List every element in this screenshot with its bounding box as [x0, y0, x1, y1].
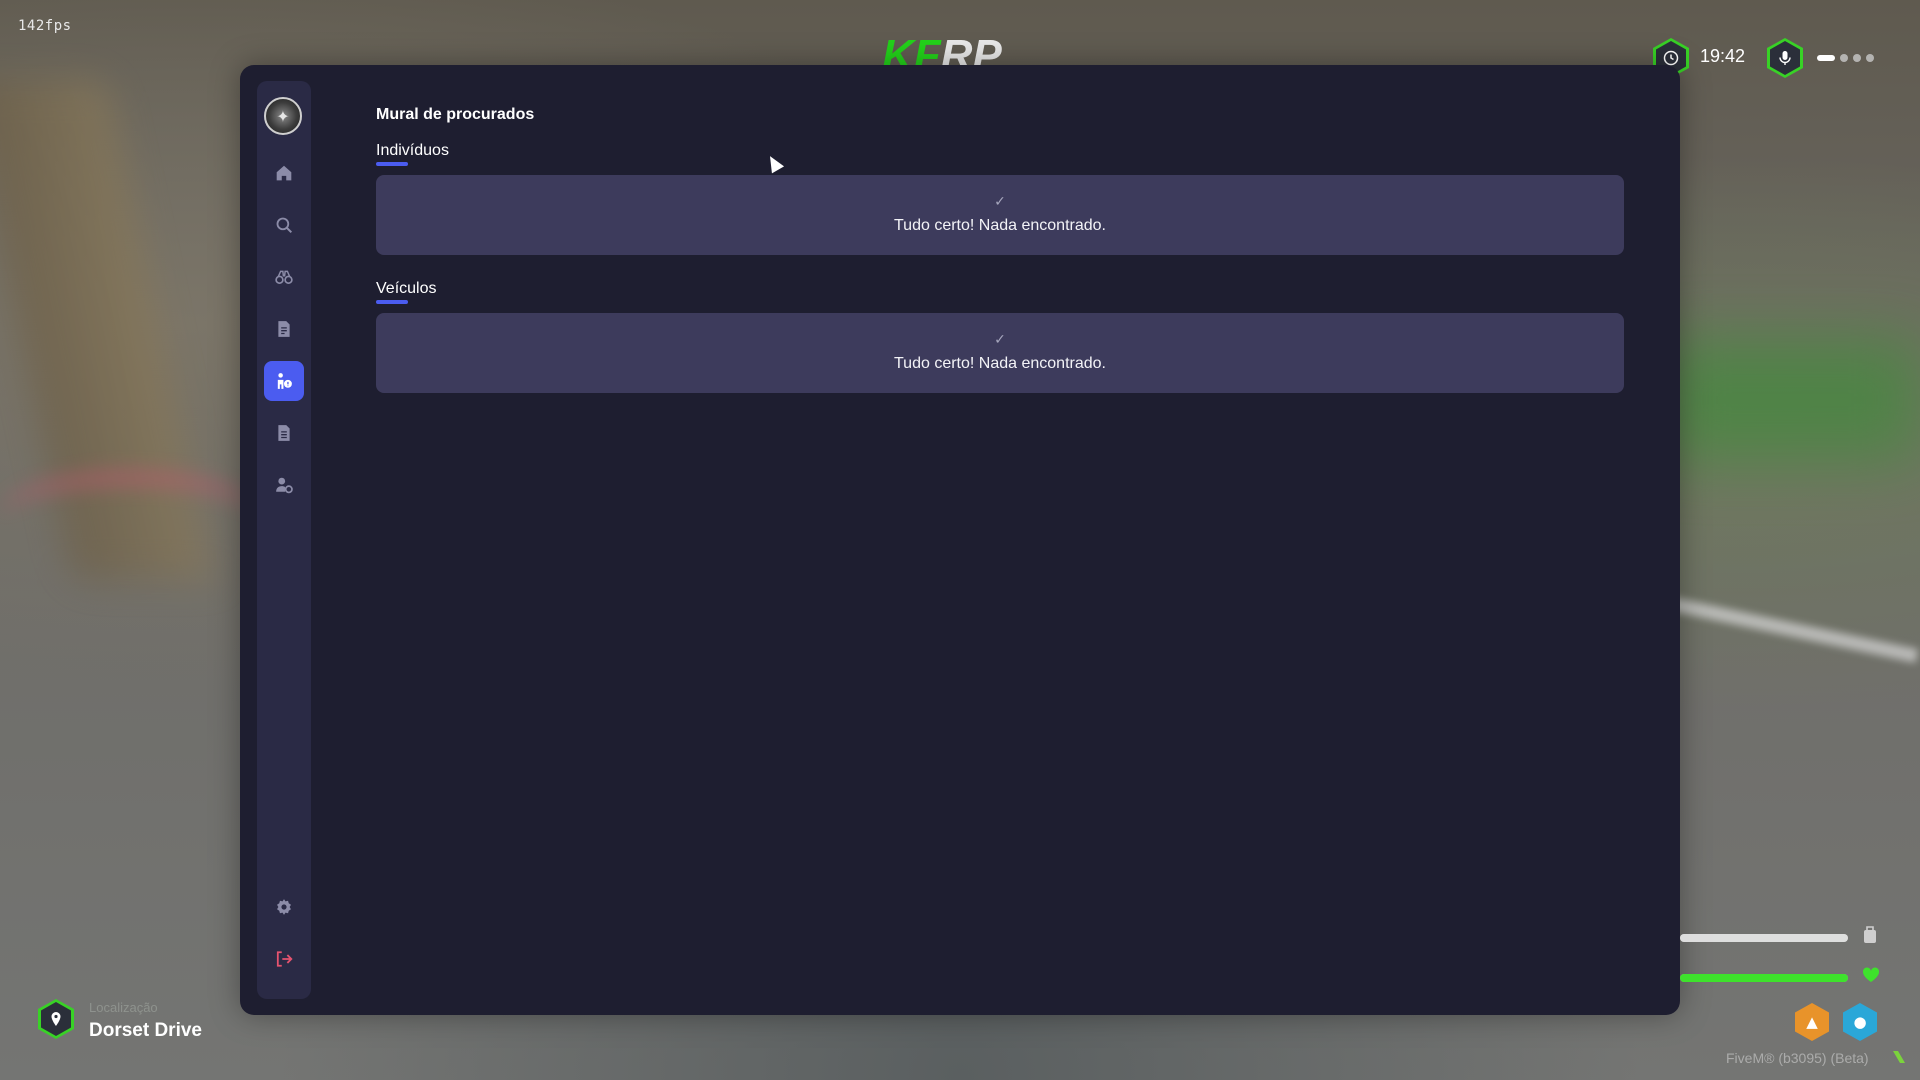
fivem-logo-icon: [1891, 1049, 1907, 1069]
individuals-empty-state: ✓ Tudo certo! Nada encontrado.: [376, 175, 1624, 255]
search-icon[interactable]: [264, 205, 304, 245]
empty-message: Tudo certo! Nada encontrado.: [894, 217, 1106, 234]
hunger-icon: ▲: [1795, 1003, 1829, 1041]
background-scene: [1641, 591, 1919, 663]
section-title-individuals: Indivíduos: [376, 142, 449, 166]
game-time: 19:42: [1700, 46, 1746, 66]
section-title-vehicles: Veículos: [376, 280, 437, 304]
background-scene: [0, 470, 260, 566]
location-pin-icon: [38, 999, 74, 1039]
home-icon[interactable]: [264, 153, 304, 193]
mdt-panel: ✦ Mural de procurados Indivíduos ✓ Tudo …: [240, 65, 1680, 1015]
voice-range-dot: [1840, 54, 1848, 62]
background-scene: [1660, 340, 1920, 460]
document-icon[interactable]: [264, 309, 304, 349]
microphone-icon: [1767, 38, 1803, 78]
armor-icon: [1862, 925, 1878, 949]
location-value: Dorset Drive: [89, 1020, 202, 1041]
vehicles-empty-state: ✓ Tudo certo! Nada encontrado.: [376, 313, 1624, 393]
fivem-version: FiveM® (b3095) (Beta): [1726, 1050, 1869, 1066]
server-logo: KFRP: [882, 36, 1002, 66]
page-title: Mural de procurados: [376, 106, 535, 123]
health-bar-fill: [1680, 974, 1848, 982]
check-icon: ✓: [994, 194, 1006, 210]
armor-bar: [1680, 934, 1848, 942]
health-bar: [1680, 974, 1848, 982]
gear-icon[interactable]: [264, 887, 304, 927]
file-icon[interactable]: [264, 413, 304, 453]
sidebar: ✦: [257, 81, 311, 999]
user-gear-icon[interactable]: [264, 465, 304, 505]
heart-icon: [1862, 967, 1880, 987]
logo-part-2: RP: [940, 36, 1002, 66]
voice-range-indicator: [1817, 54, 1874, 62]
thirst-icon: ●: [1843, 1003, 1877, 1041]
check-icon: ✓: [994, 332, 1006, 348]
logo-part-1: KF: [882, 36, 941, 66]
voice-range-dot: [1866, 54, 1874, 62]
logout-icon[interactable]: [264, 939, 304, 979]
armor-bar-fill: [1680, 934, 1848, 942]
police-badge-logo: ✦: [264, 97, 302, 135]
voice-range-dot: [1853, 54, 1861, 62]
binoculars-icon[interactable]: [264, 257, 304, 297]
location-label: Localização: [89, 1000, 158, 1015]
empty-message: Tudo certo! Nada encontrado.: [894, 355, 1106, 372]
person-wanted-icon[interactable]: [264, 361, 304, 401]
fps-counter: 142fps: [18, 18, 72, 34]
voice-range-active: [1817, 55, 1835, 61]
